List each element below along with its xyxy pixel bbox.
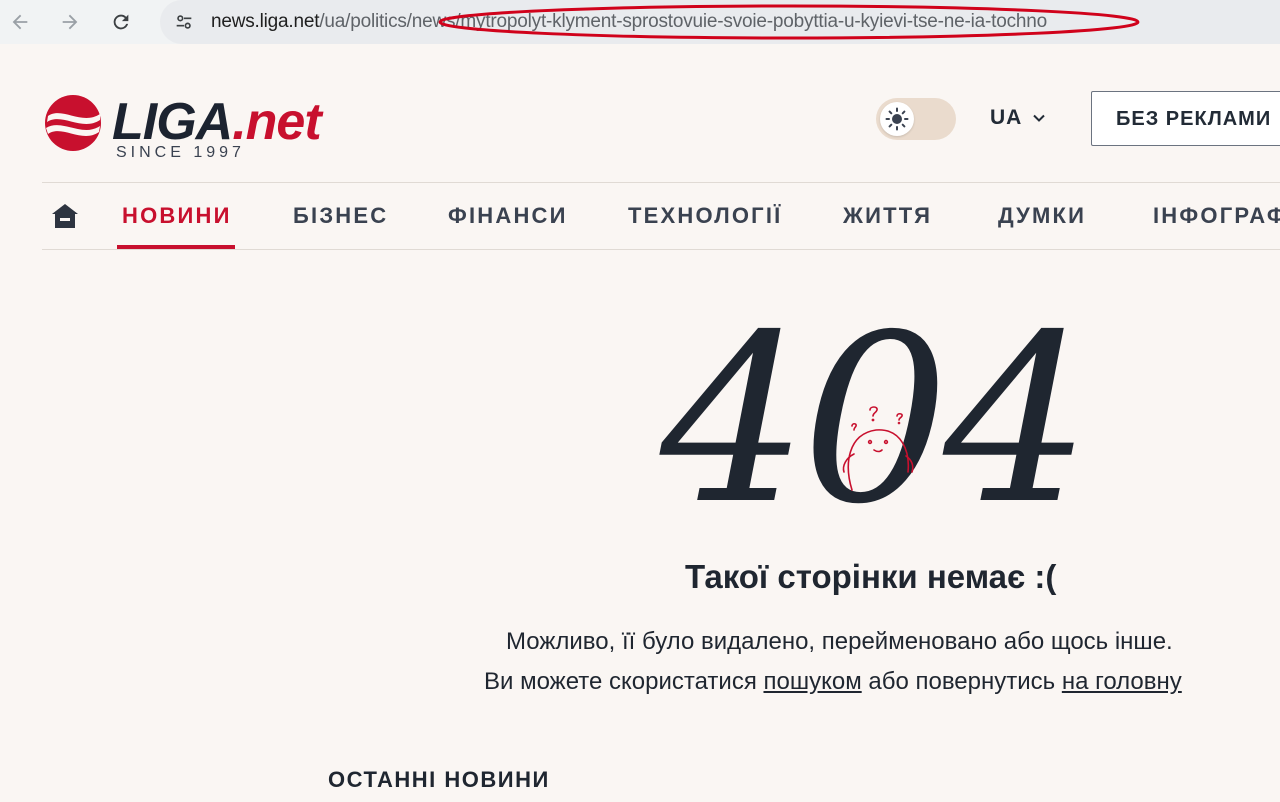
sun-icon xyxy=(885,107,909,131)
search-link[interactable]: пошуком xyxy=(763,668,861,695)
nav-item-finance[interactable]: ФІНАНСИ xyxy=(448,203,568,229)
home-link[interactable] xyxy=(50,201,80,231)
nav-item-opinions[interactable]: ДУМКИ xyxy=(998,203,1086,229)
address-bar[interactable]: news.liga.net/ua/politics/news/mytropoly… xyxy=(160,0,1280,44)
reload-button[interactable] xyxy=(105,6,137,38)
desc-middle: або повернутись xyxy=(861,668,1062,695)
confused-creature-icon xyxy=(842,406,914,491)
nav-item-news[interactable]: НОВИНИ xyxy=(122,203,232,229)
nav-item-technology[interactable]: ТЕХНОЛОГІЇ xyxy=(628,203,782,229)
latest-news-heading: ОСТАННІ НОВИНИ xyxy=(328,767,550,792)
language-selector[interactable]: UA xyxy=(990,106,1046,130)
nav-divider xyxy=(42,249,1280,250)
back-button[interactable] xyxy=(4,6,36,38)
theme-toggle[interactable] xyxy=(876,98,956,140)
error-title: Такої сторінки немає :( xyxy=(685,558,1057,595)
nav-item-infographics[interactable]: ІНФОГРАФ xyxy=(1153,203,1280,229)
theme-toggle-knob xyxy=(880,102,914,136)
home-icon xyxy=(52,204,78,228)
reload-icon xyxy=(113,14,129,30)
nav-item-life[interactable]: ЖИТТЯ xyxy=(843,203,932,229)
home-page-link[interactable]: на головну xyxy=(1062,668,1182,695)
url-host: news.liga.net xyxy=(211,11,320,32)
url-text[interactable]: news.liga.net/ua/politics/news/mytropoly… xyxy=(211,11,1047,33)
header-divider xyxy=(42,182,1280,183)
logo-since: SINCE 1997 xyxy=(116,144,245,161)
logo-main: LIGA xyxy=(112,93,233,151)
liga-globe-icon xyxy=(45,95,101,151)
error-description-line1: Можливо, її було видалено, перейменовано… xyxy=(506,628,1173,655)
desc-prefix: Ви можете скористатися xyxy=(484,668,764,695)
nav-item-business[interactable]: БІЗНЕС xyxy=(293,203,388,229)
logo-suffix: .net xyxy=(232,93,321,151)
arrow-left-icon xyxy=(12,14,28,30)
no-ads-button[interactable]: БЕЗ РЕКЛАМИ xyxy=(1091,91,1280,146)
tune-icon xyxy=(176,15,192,29)
site-logo[interactable]: LIGA.net SINCE 1997 xyxy=(42,90,342,162)
site-info-button[interactable] xyxy=(168,6,200,38)
arrow-right-icon xyxy=(62,14,78,30)
chevron-down-icon xyxy=(1033,114,1046,122)
error-description-line2: Ви можете скористатися пошуком або повер… xyxy=(484,668,1182,696)
url-path: /ua/politics/news/mytropolyt-klyment-spr… xyxy=(319,11,1048,32)
browser-toolbar: news.liga.net/ua/politics/news/mytropoly… xyxy=(0,0,1280,44)
language-label: UA xyxy=(990,106,1023,129)
forward-button[interactable] xyxy=(54,6,86,38)
